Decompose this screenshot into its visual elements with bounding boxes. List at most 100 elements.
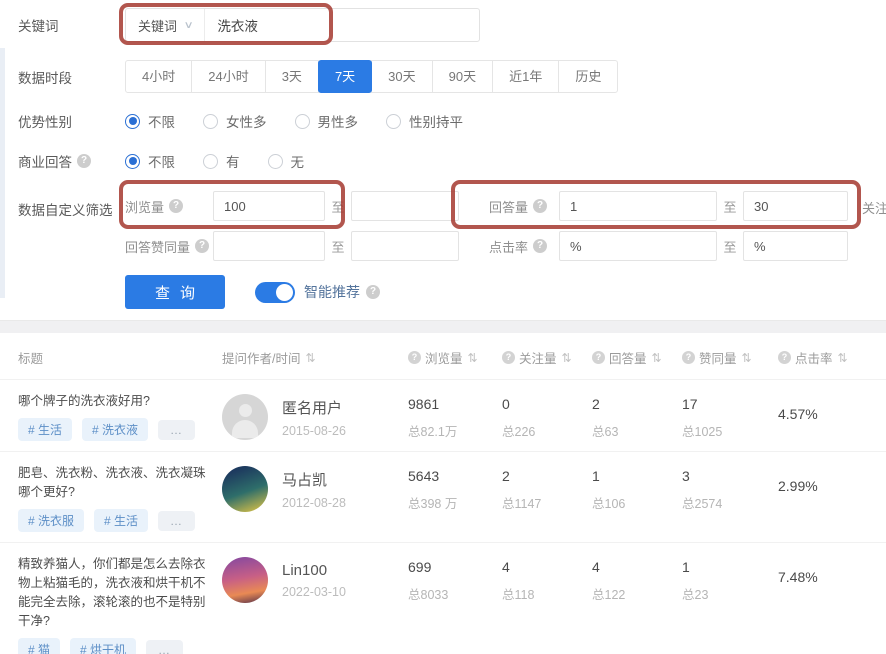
commercial-radio-no[interactable]: 无 bbox=[268, 151, 305, 171]
header-answers-sort[interactable]: ? 回答量 ⇅ bbox=[592, 348, 682, 367]
upvotes-value: 17 bbox=[682, 396, 778, 412]
keyword-input[interactable] bbox=[205, 9, 479, 41]
header-title: 标题 bbox=[0, 348, 222, 367]
question-title[interactable]: 精致养猫人，你们都是怎么去除衣物上粘猫毛的，洗衣液和烘干机不能完全去除，滚轮滚的… bbox=[18, 555, 206, 631]
more-tags-button[interactable]: … bbox=[158, 420, 195, 440]
period-24h[interactable]: 24小时 bbox=[191, 60, 265, 93]
sort-icon: ⇅ bbox=[742, 351, 752, 365]
header-views-sort[interactable]: ? 浏览量 ⇅ bbox=[408, 348, 502, 367]
follows-value: 2 bbox=[502, 468, 592, 484]
radio-icon bbox=[203, 154, 218, 169]
analytics-page: 关键词 关键词 ∨ 数据时段 4小时 24小时 3天 7天 30天 90天 近1… bbox=[0, 0, 886, 654]
period-button-group: 4小时 24小时 3天 7天 30天 90天 近1年 历史 bbox=[125, 60, 618, 93]
views-min-input[interactable] bbox=[213, 191, 325, 221]
period-3d[interactable]: 3天 bbox=[265, 60, 319, 93]
topic-tag[interactable]: # 洗衣液 bbox=[82, 418, 148, 441]
sort-icon: ⇅ bbox=[838, 351, 848, 365]
header-author-sort[interactable]: 提问作者/时间 ⇅ bbox=[222, 348, 408, 367]
follows-total: 总118 bbox=[502, 584, 592, 603]
views-max-input[interactable] bbox=[351, 191, 459, 221]
custom-filter-label: 数据自定义筛选 bbox=[18, 191, 125, 219]
topic-tag[interactable]: # 生活 bbox=[18, 418, 72, 441]
ctr-min-input[interactable] bbox=[559, 231, 717, 261]
ctr-filter-label: 点击率 bbox=[489, 237, 528, 256]
to-label: 至 bbox=[717, 237, 743, 256]
sort-icon: ⇅ bbox=[305, 351, 315, 365]
help-icon[interactable]: ? bbox=[195, 239, 209, 253]
help-icon: ? bbox=[502, 351, 515, 364]
keyword-row: 关键词 关键词 ∨ bbox=[18, 8, 886, 42]
topic-tag[interactable]: # 猫 bbox=[18, 638, 60, 654]
commercial-radio-unlimited[interactable]: 不限 bbox=[125, 151, 175, 171]
ctr-value: 2.99% bbox=[778, 462, 886, 494]
more-tags-button[interactable]: … bbox=[146, 640, 183, 654]
question-date: 2015-08-26 bbox=[282, 424, 346, 438]
smart-recommend-toggle[interactable] bbox=[255, 282, 295, 303]
upvotes-value: 3 bbox=[682, 468, 778, 484]
views-total: 总398 万 bbox=[408, 493, 502, 512]
question-date: 2012-08-28 bbox=[282, 496, 346, 510]
answers-value: 4 bbox=[592, 559, 682, 575]
period-label: 数据时段 bbox=[18, 67, 125, 87]
table-row: 精致养猫人，你们都是怎么去除衣物上粘猫毛的，洗衣液和烘干机不能完全去除，滚轮滚的… bbox=[0, 542, 886, 654]
help-icon[interactable]: ? bbox=[366, 285, 380, 299]
upvotes-value: 1 bbox=[682, 559, 778, 575]
keyword-type-value: 关键词 bbox=[138, 16, 177, 35]
custom-filter-row: 数据自定义筛选 浏览量 ? 至 回答量 ? 至 bbox=[18, 191, 886, 261]
gender-radio-unlimited[interactable]: 不限 bbox=[125, 111, 175, 131]
answers-total: 总106 bbox=[592, 493, 682, 512]
help-icon[interactable]: ? bbox=[169, 199, 183, 213]
period-history[interactable]: 历史 bbox=[558, 60, 618, 93]
ctr-value: 7.48% bbox=[778, 553, 886, 585]
gender-radio-female[interactable]: 女性多 bbox=[203, 111, 267, 131]
period-7d-selected[interactable]: 7天 bbox=[318, 60, 372, 93]
query-button[interactable]: 查询 bbox=[125, 275, 225, 309]
sort-icon: ⇅ bbox=[562, 351, 572, 365]
question-title[interactable]: 肥皂、洗衣粉、洗衣液、洗衣凝珠哪个更好? bbox=[18, 464, 206, 502]
header-follows-sort[interactable]: ? 关注量 ⇅ bbox=[502, 348, 592, 367]
keyword-field-group: 关键词 ∨ bbox=[125, 8, 480, 42]
follows-value: 4 bbox=[502, 559, 592, 575]
views-value: 9861 bbox=[408, 396, 502, 412]
answer-upvotes-max-input[interactable] bbox=[351, 231, 459, 261]
answers-total: 总63 bbox=[592, 421, 682, 440]
answers-value: 2 bbox=[592, 396, 682, 412]
answers-total: 总122 bbox=[592, 584, 682, 603]
custom-filter-line-2: 回答赞同量 ? 至 点击率 ? 至 bbox=[125, 231, 848, 261]
ctr-max-input[interactable] bbox=[743, 231, 848, 261]
answers-max-input[interactable] bbox=[743, 191, 848, 221]
commercial-radio-yes[interactable]: 有 bbox=[203, 151, 240, 171]
period-4h[interactable]: 4小时 bbox=[125, 60, 192, 93]
question-date: 2022-03-10 bbox=[282, 585, 346, 599]
gender-label: 优势性别 bbox=[18, 111, 125, 131]
period-1y[interactable]: 近1年 bbox=[492, 60, 559, 93]
period-90d[interactable]: 90天 bbox=[432, 60, 493, 93]
upvotes-total: 总2574 bbox=[682, 493, 778, 512]
answers-filter-label: 回答量 bbox=[489, 197, 528, 216]
topic-tag[interactable]: # 生活 bbox=[94, 509, 148, 532]
answer-upvotes-filter-label: 回答赞同量 bbox=[125, 237, 190, 256]
help-icon[interactable]: ? bbox=[533, 199, 547, 213]
gender-radio-male[interactable]: 男性多 bbox=[295, 111, 359, 131]
topic-tag[interactable]: # 洗衣服 bbox=[18, 509, 84, 532]
gender-radio-balanced[interactable]: 性别持平 bbox=[386, 111, 463, 131]
to-label: 至 bbox=[325, 237, 351, 256]
keyword-type-select[interactable]: 关键词 ∨ bbox=[126, 9, 205, 41]
help-icon[interactable]: ? bbox=[533, 239, 547, 253]
views-value: 699 bbox=[408, 559, 502, 575]
answers-min-input[interactable] bbox=[559, 191, 717, 221]
radio-icon bbox=[295, 114, 310, 129]
question-title[interactable]: 哪个牌子的洗衣液好用? bbox=[18, 392, 206, 411]
topic-tag[interactable]: # 烘干机 bbox=[70, 638, 136, 654]
answer-upvotes-min-input[interactable] bbox=[213, 231, 325, 261]
author-name: 匿名用户 bbox=[282, 397, 346, 418]
header-upvotes-sort[interactable]: ? 赞同量 ⇅ bbox=[682, 348, 778, 367]
custom-filter-line-1: 浏览量 ? 至 回答量 ? 至 bbox=[125, 191, 848, 221]
header-ctr-sort[interactable]: ? 点击率 ⇅ bbox=[778, 348, 886, 367]
follows-total: 总226 bbox=[502, 421, 592, 440]
query-row: 查询 智能推荐 ? bbox=[18, 275, 886, 309]
help-icon[interactable]: ? bbox=[77, 154, 91, 168]
results-table: 标题 提问作者/时间 ⇅ ? 浏览量 ⇅ ? 关注量 ⇅ ? 回答量 ⇅ bbox=[0, 333, 886, 654]
period-30d[interactable]: 30天 bbox=[371, 60, 432, 93]
more-tags-button[interactable]: … bbox=[158, 511, 195, 531]
